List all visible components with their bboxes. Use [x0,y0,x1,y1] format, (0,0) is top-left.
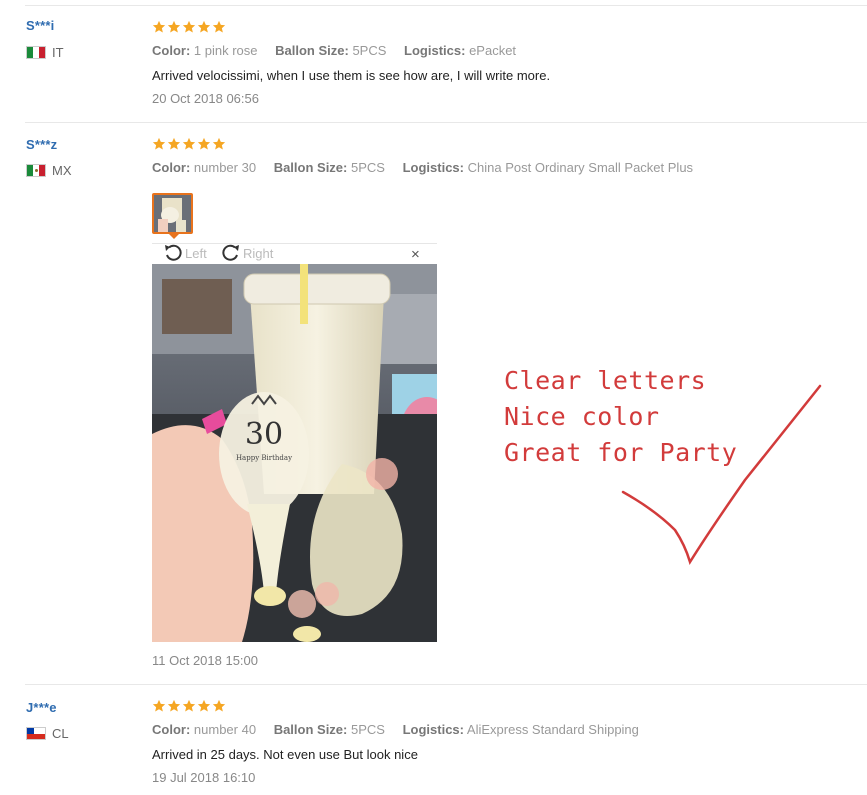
review-separator [25,122,867,123]
attr-logistics-label: Logistics: [404,43,466,58]
attr-size-value: 5PCS [351,160,385,175]
attr-color-value: 1 pink rose [193,43,258,58]
order-attributes: Color: number 30 Ballon Size: 5PCS Logis… [152,160,693,175]
star-icon [152,699,166,712]
reviewer-country: IT [26,45,64,60]
mexico-flag-icon [26,164,46,177]
star-icon [197,20,211,33]
attr-size-value: 5PCS [352,43,387,58]
rotate-left-label: Left [185,245,207,261]
review-photo[interactable]: 30 Happy Birthday [152,264,437,642]
star-icon [212,137,226,150]
chile-flag-icon [26,727,46,740]
reviewer-name[interactable]: S***z [26,137,57,152]
italy-flag-icon [26,46,46,59]
order-attributes: Color: number 40 Ballon Size: 5PCS Logis… [152,722,639,737]
review-date: 19 Jul 2018 16:10 [152,770,256,785]
review-separator [25,684,867,685]
rotate-right-label: Right [243,245,274,261]
country-code: IT [52,45,64,60]
attr-logistics-value: AliExpress Standard Shipping [466,722,639,737]
attr-size-label: Ballon Size: [275,43,349,58]
balloon-caption: Happy Birthday [236,454,292,462]
review-photo-thumbnail[interactable] [152,193,193,234]
review-content: Arrived velocissimi, when I use them is … [152,68,551,83]
attr-size-label: Ballon Size: [273,160,348,175]
star-icon [167,699,181,712]
star-icon [182,20,196,33]
review-separator [25,5,867,6]
attr-logistics-label: Logistics: [402,160,464,175]
star-icon [152,20,166,33]
star-icon [182,137,196,150]
thumbnail-image [154,195,191,232]
star-rating [152,20,226,34]
star-icon [197,137,211,150]
rotate-right-button[interactable]: Right [219,243,273,263]
star-icon [167,137,181,150]
star-rating [152,137,226,151]
reviewer-name[interactable]: S***i [26,18,54,33]
star-icon [152,137,166,150]
attr-color-label: Color: [152,722,191,737]
star-icon [212,20,226,33]
review-date: 11 Oct 2018 15:00 [152,653,259,668]
thumbnail-active-caret [168,233,180,239]
rotate-left-icon [165,244,182,261]
reviewer-name[interactable]: J***e [26,700,57,715]
attr-size-value: 5PCS [351,722,385,737]
balloon-number: 30 [245,417,283,452]
star-icon [182,699,196,712]
attr-color-value: number 30 [193,160,257,175]
star-icon [212,699,226,712]
rotate-left-button[interactable]: Left [163,243,207,263]
attr-logistics-value: China Post Ordinary Small Packet Plus [467,160,694,175]
review-content: Arrived in 25 days. Not even use But loo… [152,747,418,762]
reviewer-country: MX [26,163,72,178]
attr-color-label: Color: [152,160,191,175]
country-code: CL [52,726,69,741]
attr-logistics-value: ePacket [469,43,517,58]
attr-size-label: Ballon Size: [273,722,348,737]
star-icon [167,20,181,33]
star-icon [197,699,211,712]
attr-logistics-label: Logistics: [402,722,464,737]
checkmark-icon [621,384,822,566]
review-date: 20 Oct 2018 06:56 [152,91,259,106]
reviewer-country: CL [26,726,69,741]
attr-color-label: Color: [152,43,191,58]
star-rating [152,699,226,713]
close-viewer-button[interactable]: × [411,245,420,265]
country-code: MX [52,163,72,178]
rotate-right-icon [222,244,239,261]
order-attributes: Color: 1 pink rose Ballon Size: 5PCS Log… [152,43,516,58]
attr-color-value: number 40 [193,722,257,737]
